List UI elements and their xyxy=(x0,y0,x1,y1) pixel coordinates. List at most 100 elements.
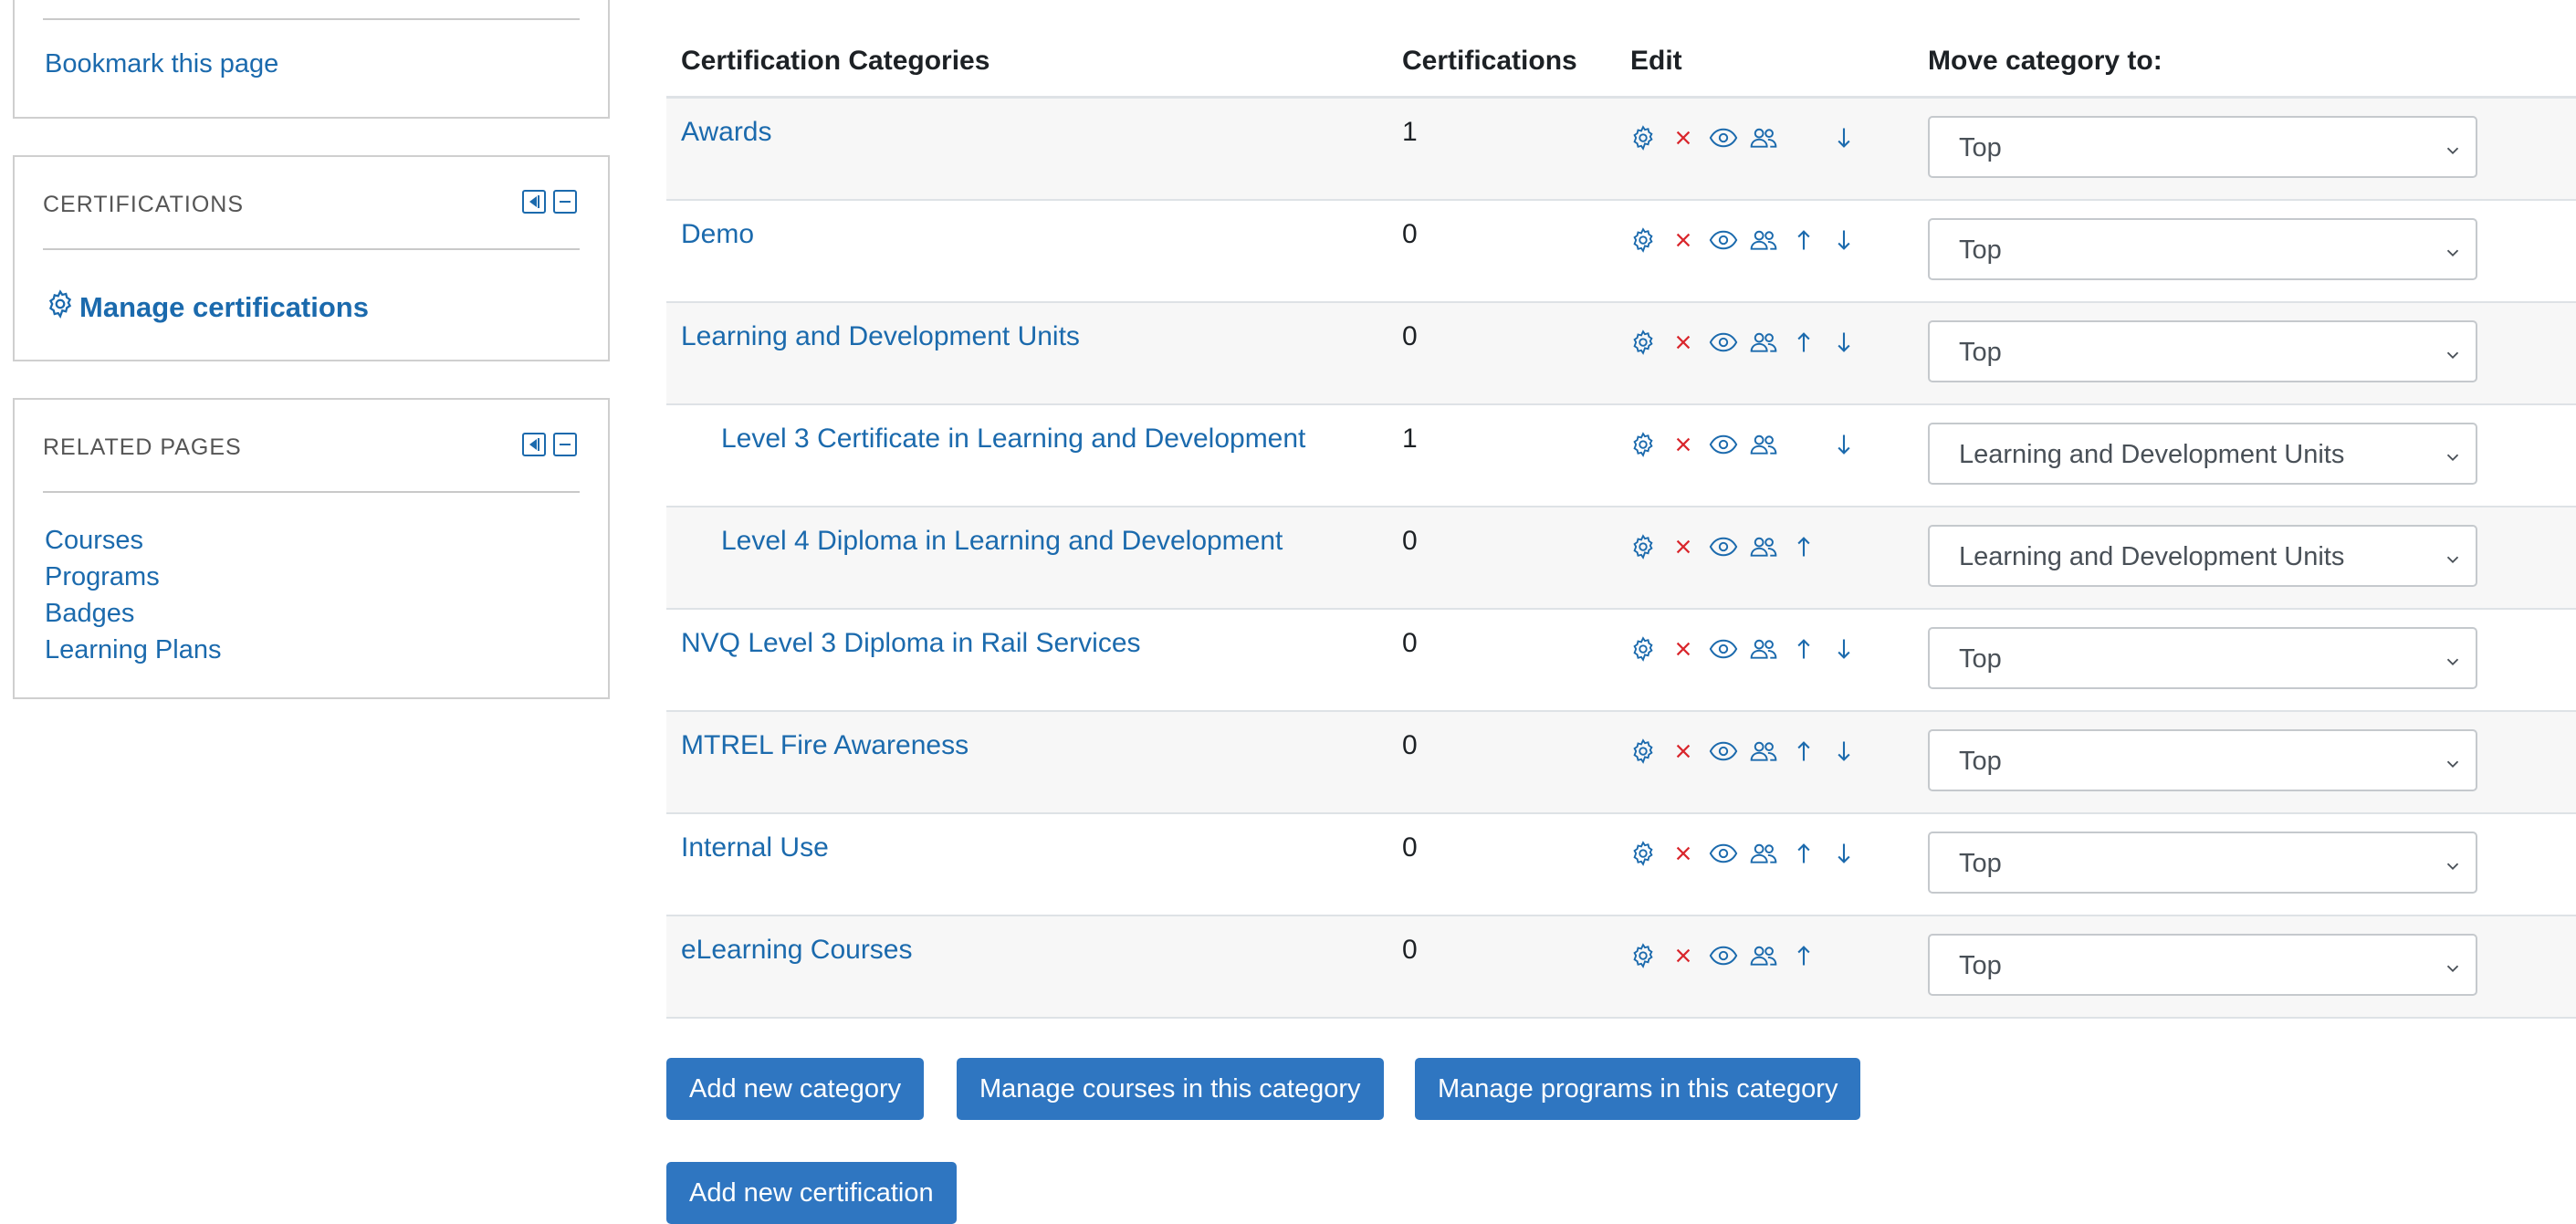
assign-roles-users-icon[interactable] xyxy=(1747,326,1780,359)
settings-gear-icon[interactable] xyxy=(1627,939,1660,972)
visibility-eye-icon[interactable] xyxy=(1707,121,1740,154)
category-name-link[interactable]: MTREL Fire Awareness xyxy=(681,730,969,761)
related-link-programs[interactable]: Programs xyxy=(45,559,221,595)
move-up-arrow-icon[interactable] xyxy=(1787,939,1820,972)
add-new-category-button[interactable]: Add new category xyxy=(666,1058,925,1120)
move-up-arrow-icon[interactable] xyxy=(1787,837,1820,870)
visibility-eye-icon[interactable] xyxy=(1707,326,1740,359)
move-up-arrow-icon[interactable] xyxy=(1787,326,1820,359)
table-row: Level 4 Diploma in Learning and Developm… xyxy=(666,507,2576,610)
move-down-arrow-icon[interactable] xyxy=(1827,326,1860,359)
visibility-eye-icon[interactable] xyxy=(1707,633,1740,665)
category-name-link[interactable]: NVQ Level 3 Diploma in Rail Services xyxy=(681,628,1141,659)
manage-certifications-link[interactable]: Manage certifications xyxy=(45,288,369,327)
manage-programs-button[interactable]: Manage programs in this category xyxy=(1415,1058,1861,1120)
move-category-selected-value: Learning and Development Units xyxy=(1959,542,2345,571)
settings-gear-icon[interactable] xyxy=(1627,530,1660,563)
move-down-arrow-icon[interactable] xyxy=(1827,428,1860,461)
category-name-link[interactable]: Internal Use xyxy=(681,832,829,863)
table-row: Level 3 Certificate in Learning and Deve… xyxy=(666,405,2576,507)
settings-gear-icon[interactable] xyxy=(1627,224,1660,256)
category-name-link[interactable]: eLearning Courses xyxy=(681,935,913,966)
visibility-eye-icon[interactable] xyxy=(1707,530,1740,563)
delete-icon[interactable] xyxy=(1667,326,1700,359)
dock-block-icon[interactable] xyxy=(522,190,546,214)
move-down-arrow-icon[interactable] xyxy=(1827,633,1860,665)
dock-block-icon[interactable] xyxy=(522,433,546,456)
move-up-arrow-icon[interactable] xyxy=(1787,735,1820,768)
delete-icon[interactable] xyxy=(1667,224,1700,256)
move-category-selected-value: Top xyxy=(1959,644,2002,674)
assign-roles-users-icon[interactable] xyxy=(1747,428,1780,461)
category-name-link[interactable]: Demo xyxy=(681,219,754,250)
move-down-arrow-icon[interactable] xyxy=(1827,735,1860,768)
visibility-eye-icon[interactable] xyxy=(1707,939,1740,972)
visibility-eye-icon[interactable] xyxy=(1707,837,1740,870)
move-category-select[interactable]: Top xyxy=(1928,832,2477,894)
visibility-eye-icon[interactable] xyxy=(1707,428,1740,461)
move-category-select[interactable]: Top xyxy=(1928,729,2477,791)
assign-roles-users-icon[interactable] xyxy=(1747,224,1780,256)
settings-gear-icon[interactable] xyxy=(1627,633,1660,665)
category-name-link[interactable]: Awards xyxy=(681,117,772,148)
bookmark-page-link[interactable]: Bookmark this page xyxy=(45,49,278,79)
hide-block-icon[interactable] xyxy=(553,190,577,214)
assign-roles-users-icon[interactable] xyxy=(1747,939,1780,972)
block-divider xyxy=(43,18,580,20)
move-category-select[interactable]: Top xyxy=(1928,320,2477,382)
settings-gear-icon[interactable] xyxy=(1627,735,1660,768)
certification-count: 0 xyxy=(1402,628,1418,658)
visibility-eye-icon[interactable] xyxy=(1707,224,1740,256)
table-body: Awards 1 Top Demo 0 Top Learning and Dev… xyxy=(666,99,2576,1019)
move-category-select[interactable]: Learning and Development Units xyxy=(1928,423,2477,485)
move-up-arrow-icon[interactable] xyxy=(1787,224,1820,256)
move-category-select[interactable]: Top xyxy=(1928,627,2477,689)
delete-icon[interactable] xyxy=(1667,939,1700,972)
move-down-arrow-icon[interactable] xyxy=(1827,837,1860,870)
assign-roles-users-icon[interactable] xyxy=(1747,121,1780,154)
certification-count: 0 xyxy=(1402,219,1418,249)
assign-roles-users-icon[interactable] xyxy=(1747,837,1780,870)
related-link-badges[interactable]: Badges xyxy=(45,595,221,632)
related-link-learning-plans[interactable]: Learning Plans xyxy=(45,632,221,668)
category-name-link[interactable]: Level 3 Certificate in Learning and Deve… xyxy=(721,424,1305,455)
move-category-select[interactable]: Learning and Development Units xyxy=(1928,525,2477,587)
delete-icon[interactable] xyxy=(1667,633,1700,665)
table-row: Demo 0 Top xyxy=(666,201,2576,303)
hide-block-icon[interactable] xyxy=(553,433,577,456)
category-name-link[interactable]: Level 4 Diploma in Learning and Developm… xyxy=(721,526,1283,557)
delete-icon[interactable] xyxy=(1667,428,1700,461)
settings-gear-icon[interactable] xyxy=(1627,837,1660,870)
edit-actions xyxy=(1627,939,1864,976)
block-controls xyxy=(522,433,577,456)
delete-icon[interactable] xyxy=(1667,735,1700,768)
move-up-arrow-icon[interactable] xyxy=(1787,530,1820,563)
delete-icon[interactable] xyxy=(1667,530,1700,563)
move-category-select[interactable]: Top xyxy=(1928,934,2477,996)
move-down-arrow-icon[interactable] xyxy=(1827,121,1860,154)
visibility-eye-icon[interactable] xyxy=(1707,735,1740,768)
move-down-arrow-icon[interactable] xyxy=(1827,224,1860,256)
settings-gear-icon[interactable] xyxy=(1627,121,1660,154)
delete-icon[interactable] xyxy=(1667,121,1700,154)
assign-roles-users-icon[interactable] xyxy=(1747,735,1780,768)
settings-gear-icon[interactable] xyxy=(1627,326,1660,359)
move-category-select[interactable]: Top xyxy=(1928,116,2477,178)
chevron-down-icon xyxy=(2443,956,2463,986)
assign-roles-users-icon[interactable] xyxy=(1747,530,1780,563)
move-up-arrow-icon[interactable] xyxy=(1787,633,1820,665)
certification-count: 1 xyxy=(1402,424,1418,454)
manage-certifications-label: Manage certifications xyxy=(79,291,369,323)
assign-roles-users-icon[interactable] xyxy=(1747,633,1780,665)
related-pages-block-title: RELATED PAGES xyxy=(43,434,242,460)
edit-actions xyxy=(1627,837,1864,874)
add-new-certification-button[interactable]: Add new certification xyxy=(666,1162,957,1224)
delete-icon[interactable] xyxy=(1667,837,1700,870)
related-link-courses[interactable]: Courses xyxy=(45,522,221,559)
manage-courses-button[interactable]: Manage courses in this category xyxy=(957,1058,1384,1120)
settings-gear-icon[interactable] xyxy=(1627,428,1660,461)
edit-actions xyxy=(1627,530,1864,567)
category-name-link[interactable]: Learning and Development Units xyxy=(681,321,1080,352)
move-category-selected-value: Learning and Development Units xyxy=(1959,440,2345,469)
move-category-select[interactable]: Top xyxy=(1928,218,2477,280)
